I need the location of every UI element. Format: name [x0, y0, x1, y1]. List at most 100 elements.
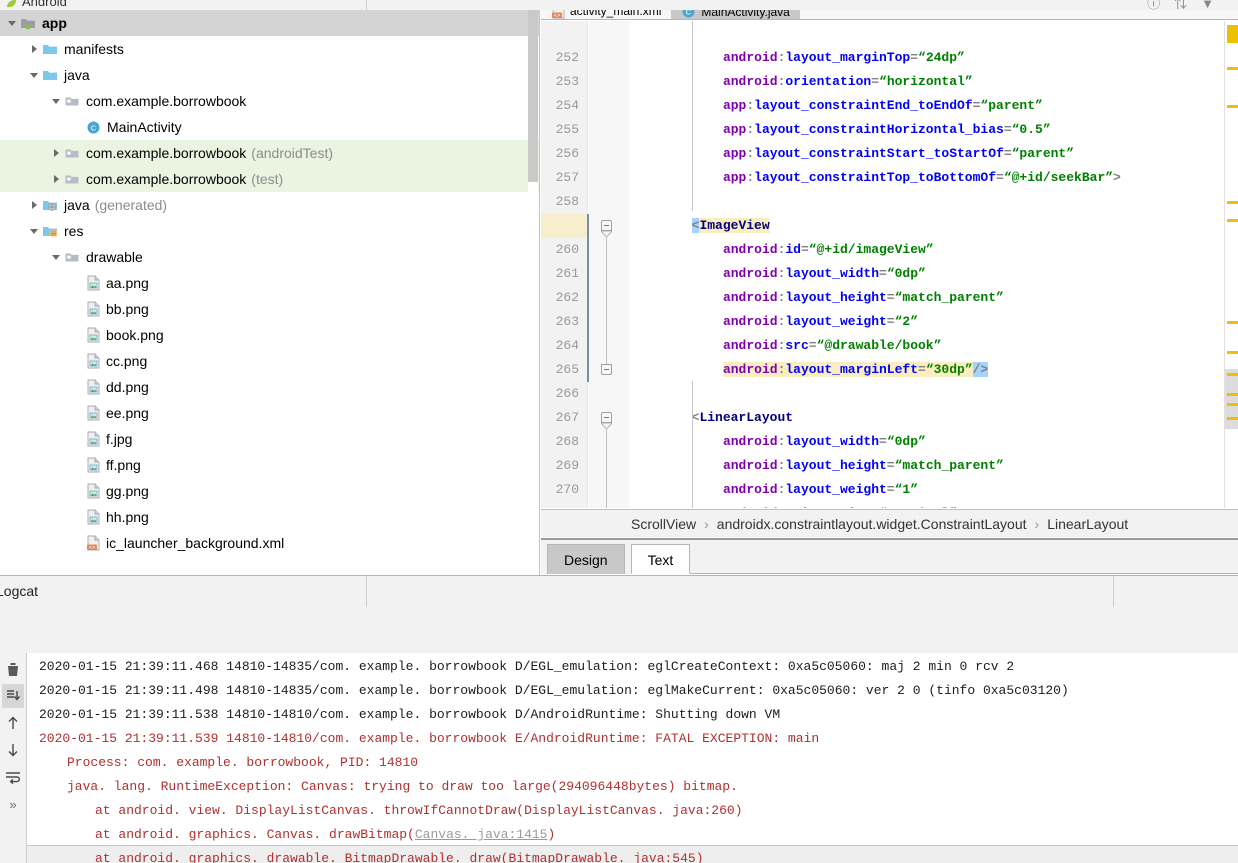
- editor-tab-mainactivity-java[interactable]: C MainActivity.java: [671, 10, 800, 19]
- code-line[interactable]: android:orientation=“vertical”: [723, 502, 957, 508]
- logcat-line[interactable]: 2020-01-15 21:39:11.468 14810-14835/com.…: [39, 655, 1014, 679]
- up-arrow-button[interactable]: [2, 711, 24, 735]
- warning-stripe-marker[interactable]: [1227, 105, 1238, 108]
- expand-more-button[interactable]: »: [2, 792, 24, 816]
- tree-item-manifests[interactable]: manifests: [0, 36, 539, 62]
- error-stripe-marker[interactable]: [1227, 25, 1238, 43]
- code-editor[interactable]: 2522532542552562572582592602612622632642…: [541, 21, 1238, 508]
- fold-marker-imageview[interactable]: [601, 220, 612, 237]
- tree-item-com-example-borrowbook[interactable]: com.example.borrowbook (test): [0, 166, 539, 192]
- warning-stripe-marker[interactable]: [1227, 351, 1238, 354]
- warning-stripe-marker[interactable]: [1227, 67, 1238, 70]
- code-line[interactable]: android:src=“@drawable/book”: [723, 334, 941, 358]
- tree-item-cc-png[interactable]: cc.png: [0, 348, 539, 374]
- logcat-line[interactable]: 2020-01-15 21:39:11.498 14810-14835/com.…: [39, 679, 1069, 703]
- editor-tab-activity-main-xml[interactable]: <> activity_main.xml: [541, 10, 671, 19]
- tree-item-java[interactable]: java (generated): [0, 192, 539, 218]
- tree-item-ee-png[interactable]: ee.png: [0, 400, 539, 426]
- warning-stripe-marker[interactable]: [1227, 417, 1238, 420]
- expand-arrow-icon[interactable]: [48, 140, 64, 166]
- code-line[interactable]: android:layout_weight=“2”: [723, 310, 918, 334]
- tree-item-java[interactable]: java: [0, 62, 539, 88]
- code-line[interactable]: android:layout_width=“0dp”: [723, 430, 926, 454]
- tree-item-f-jpg[interactable]: f.jpg: [0, 426, 539, 452]
- expand-arrow-icon[interactable]: [48, 166, 64, 192]
- logcat-line[interactable]: java. lang. RuntimeException: Canvas: tr…: [67, 775, 738, 799]
- code-line[interactable]: app:layout_constraintHorizontal_bias=“0.…: [723, 118, 1051, 142]
- code-line[interactable]: app:layout_constraintTop_toBottomOf=“@+i…: [723, 166, 1121, 190]
- logcat-line[interactable]: at android. graphics. drawable. BitmapDr…: [95, 847, 704, 863]
- tree-item-ff-png[interactable]: ff.png: [0, 452, 539, 478]
- collapse-arrow-icon[interactable]: [26, 62, 42, 88]
- warning-stripe-marker[interactable]: [1227, 321, 1238, 324]
- code-line[interactable]: android:layout_weight=“1”: [723, 478, 918, 502]
- logcat-line[interactable]: at android. view. DisplayListCanvas. thr…: [95, 799, 743, 823]
- code-line[interactable]: android:layout_height=“match_parent”: [723, 286, 1004, 310]
- code-text[interactable]: android:layout_marginTop=“24dp” android:o…: [629, 21, 1238, 508]
- code-folding-gutter[interactable]: [589, 21, 629, 508]
- code-line[interactable]: <LinearLayout: [692, 406, 793, 430]
- warning-stripe-marker[interactable]: [1227, 393, 1238, 396]
- tab-text[interactable]: Text: [630, 544, 691, 574]
- logcat-line[interactable]: at android. graphics. Canvas. drawBitmap…: [95, 823, 555, 847]
- clear-logcat-button[interactable]: [2, 657, 24, 681]
- logcat-line[interactable]: 2020-01-15 21:39:11.539 14810-14810/com.…: [39, 727, 819, 751]
- tree-item-book-png[interactable]: book.png: [0, 322, 539, 348]
- tree-item-res[interactable]: res: [0, 218, 539, 244]
- tree-item-mainactivity[interactable]: C MainActivity: [0, 114, 539, 140]
- warning-stripe-marker[interactable]: [1227, 201, 1238, 204]
- code-line[interactable]: android:layout_height=“match_parent”: [723, 454, 1004, 478]
- logcat-source-link[interactable]: Canvas. java:1415: [415, 827, 548, 842]
- collapse-arrow-icon[interactable]: [48, 88, 64, 114]
- logcat-line[interactable]: 2020-01-15 21:39:11.538 14810-14810/com.…: [39, 703, 780, 727]
- editor-pane[interactable]: <> activity_main.xml C MainActivity.java 25…: [541, 10, 1238, 508]
- editor-tab-bar[interactable]: <> activity_main.xml C MainActivity.java: [541, 10, 1238, 20]
- tool-window-buttons[interactable]: ⓘ⇅▼: [1147, 0, 1228, 10]
- tree-item-hh-png[interactable]: hh.png: [0, 504, 539, 530]
- logcat-toolbar[interactable]: Emulator Pixel_2_API_24 Androi com.examp…: [0, 607, 1238, 653]
- code-line[interactable]: android:layout_width=“0dp”: [723, 262, 926, 286]
- tree-item-com-example-borrowbook[interactable]: com.example.borrowbook (androidTest): [0, 140, 539, 166]
- tree-item-drawable[interactable]: drawable: [0, 244, 539, 270]
- breadcrumb-item[interactable]: LinearLayout: [1047, 516, 1128, 532]
- code-line[interactable]: app:layout_constraintEnd_toEndOf=“parent…: [723, 94, 1043, 118]
- tree-item-app[interactable]: app: [0, 10, 539, 36]
- logcat-output[interactable]: 2020-01-15 21:39:11.468 14810-14835/com.…: [26, 653, 1238, 863]
- collapse-arrow-icon[interactable]: [4, 10, 20, 36]
- logcat-line[interactable]: Process: com. example. borrowbook, PID: …: [67, 751, 418, 775]
- tab-design[interactable]: Design: [547, 544, 625, 574]
- code-line[interactable]: app:layout_constraintStart_toStartOf=“pa…: [723, 142, 1074, 166]
- project-tree-pane[interactable]: app manifests java com.example.borrowbook C M…: [0, 10, 540, 575]
- warning-stripe-marker[interactable]: [1227, 403, 1238, 406]
- tree-scrollbar-thumb[interactable]: [528, 10, 538, 182]
- tree-item-gg-png[interactable]: gg.png: [0, 478, 539, 504]
- code-line[interactable]: android:orientation=“horizontal”: [723, 70, 973, 94]
- code-line[interactable]: android:layout_marginTop=“24dp”: [723, 46, 965, 70]
- editor-scrollbar-thumb[interactable]: [1225, 369, 1238, 429]
- down-arrow-button[interactable]: [2, 738, 24, 762]
- breadcrumb-item[interactable]: androidx.constraintlayout.widget.Constra…: [717, 516, 1027, 532]
- warning-stripe-marker[interactable]: [1227, 219, 1238, 222]
- logcat-side-toolbar[interactable]: »: [0, 653, 26, 863]
- breadcrumb[interactable]: ScrollView › androidx.constraintlayout.wid…: [541, 509, 1238, 537]
- design-text-tab-bar[interactable]: Design Text: [541, 538, 1238, 574]
- vcs-change-marker[interactable]: [587, 214, 589, 382]
- collapse-arrow-icon[interactable]: [48, 244, 64, 270]
- tree-item-bb-png[interactable]: bb.png: [0, 296, 539, 322]
- expand-arrow-icon[interactable]: [26, 36, 42, 62]
- tree-item-aa-png[interactable]: aa.png: [0, 270, 539, 296]
- code-line[interactable]: android:id=“@+id/imageView”: [723, 238, 934, 262]
- code-line[interactable]: <ImageView: [691, 214, 770, 238]
- tree-item-com-example-borrowbook[interactable]: com.example.borrowbook: [0, 88, 539, 114]
- tree-scrollbar[interactable]: [528, 10, 538, 565]
- soft-wrap-button[interactable]: [2, 765, 24, 789]
- fold-marker-linearlayout[interactable]: [601, 412, 612, 429]
- collapse-arrow-icon[interactable]: [26, 218, 42, 244]
- editor-marker-gutter[interactable]: [1224, 21, 1238, 508]
- tree-item-ic-launcher-background-xml[interactable]: <> ic_launcher_background.xml: [0, 530, 539, 556]
- fold-end-marker-imageview[interactable]: [601, 364, 612, 375]
- tree-item-dd-png[interactable]: dd.png: [0, 374, 539, 400]
- expand-arrow-icon[interactable]: [26, 192, 42, 218]
- code-line[interactable]: android:layout_marginLeft=“30dp”/>: [722, 358, 989, 382]
- breadcrumb-item[interactable]: ScrollView: [631, 516, 696, 532]
